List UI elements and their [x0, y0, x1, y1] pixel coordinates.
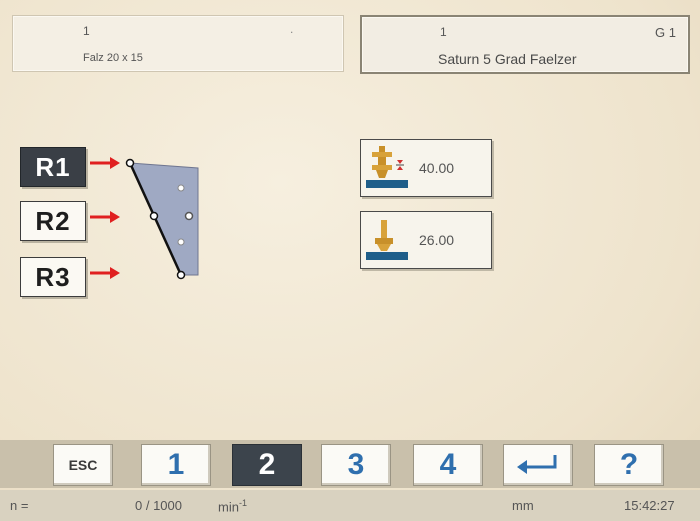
row-r2-button[interactable]: R2: [20, 201, 86, 241]
speed-unit-base: min: [218, 499, 239, 515]
tool-group: G 1: [655, 25, 676, 40]
tool-panel[interactable]: 1 G 1 Saturn 5 Grad Faelzer: [360, 15, 690, 74]
tool-length-icon: [366, 220, 408, 260]
piece-counter: 0 / 1000: [135, 498, 182, 513]
r1-arrow-icon: [90, 157, 120, 169]
length-unit: mm: [512, 498, 534, 513]
program-marker: .: [290, 22, 294, 36]
tool-name: Saturn 5 Grad Faelzer: [438, 51, 577, 67]
program-name: Falz 20 x 15: [83, 52, 143, 64]
status-bar: n = 0 / 1000 min-1 mm 15:42:27: [0, 490, 700, 521]
profile-diagram: [125, 158, 199, 280]
help-button[interactable]: ?: [594, 444, 664, 486]
enter-button[interactable]: [503, 444, 573, 486]
page-2-button[interactable]: 2: [232, 444, 302, 486]
tool-number: 1: [440, 25, 447, 39]
program-number: 1: [83, 24, 90, 38]
r2-arrow-icon: [90, 211, 120, 223]
bottom-toolbar: ESC 1 2 3 4 ?: [0, 440, 700, 488]
row-r1-button[interactable]: R1: [20, 147, 86, 187]
tool-length-value: 26.00: [419, 232, 455, 248]
esc-button[interactable]: ESC: [53, 444, 113, 486]
speed-unit: min-1: [218, 498, 247, 514]
page-4-button[interactable]: 4: [413, 444, 483, 486]
program-panel[interactable]: 1 . Falz 20 x 15: [12, 15, 344, 72]
profile-point-r1: [125, 158, 135, 168]
clock: 15:42:27: [624, 498, 675, 513]
profile-point-r2: [149, 211, 159, 221]
speed-label: n =: [10, 498, 29, 513]
profile-point-r3: [176, 270, 186, 280]
speed-unit-exponent: -1: [238, 498, 247, 508]
row-r3-button[interactable]: R3: [20, 257, 86, 297]
page-3-button[interactable]: 3: [321, 444, 391, 486]
machine-screen: 1 . Falz 20 x 15 1 G 1 Saturn 5 Grad Fae…: [0, 0, 700, 521]
r3-arrow-icon: [90, 267, 120, 279]
spindle-height-value: 40.00: [419, 160, 455, 176]
spindle-height-field[interactable]: 40.00: [360, 139, 492, 197]
enter-icon: [517, 455, 557, 474]
page-1-button[interactable]: 1: [141, 444, 211, 486]
spindle-height-icon: [366, 146, 408, 188]
tool-length-field[interactable]: 26.00: [360, 211, 492, 269]
